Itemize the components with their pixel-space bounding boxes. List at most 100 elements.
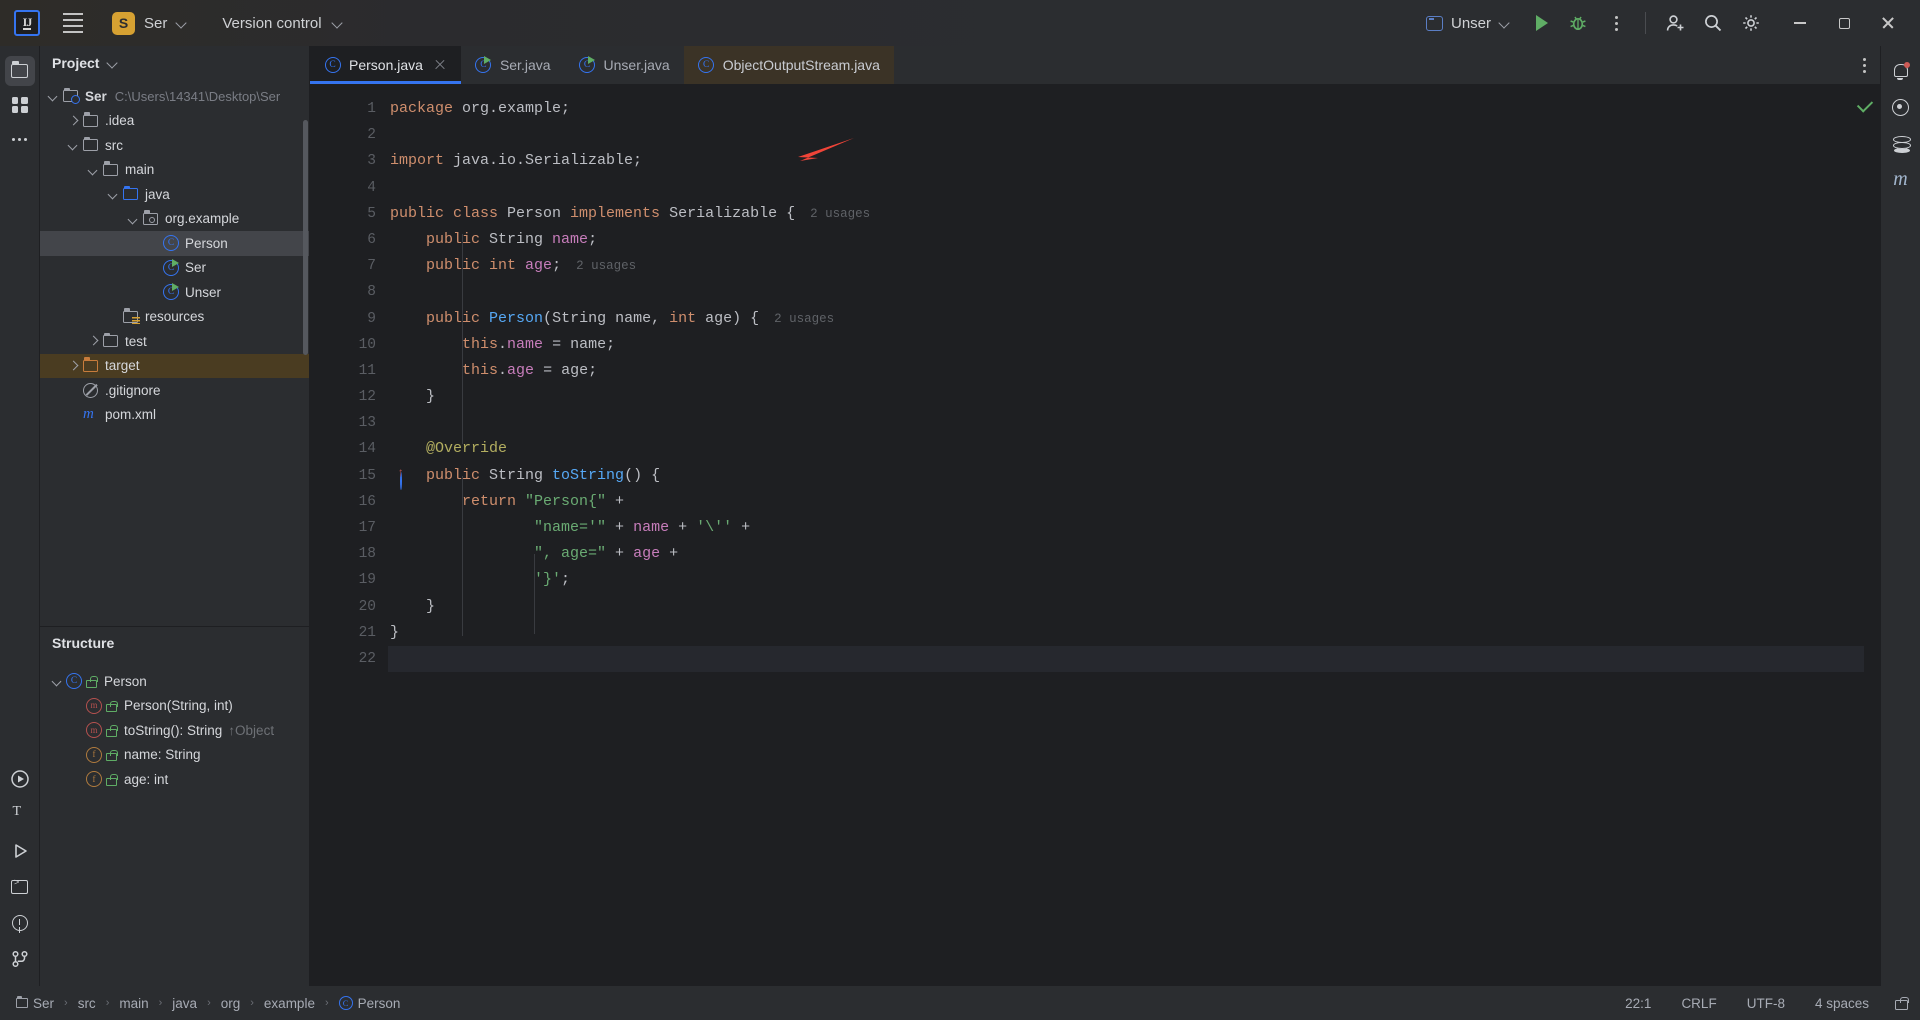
gutter-line-number[interactable]: 19	[310, 567, 388, 593]
more-options-icon[interactable]	[1863, 57, 1866, 73]
code-line[interactable]: public Person(String name, int age) { 2 …	[388, 306, 1864, 332]
editor-tab-ser-java[interactable]: C Ser.java	[461, 46, 565, 84]
code-line[interactable]: this.name = name;	[388, 332, 1864, 358]
gutter-line-number[interactable]: 11	[310, 358, 388, 384]
code-line[interactable]: ", age=" + age +	[388, 541, 1864, 567]
line-separator[interactable]: CRLF	[1677, 994, 1720, 1013]
editor-tab-objectoutputstream-java[interactable]: C ObjectOutputStream.java	[683, 46, 894, 84]
gutter-line-number[interactable]: 9	[310, 306, 388, 332]
code-line[interactable]: }	[388, 384, 1864, 410]
gutter-line-number[interactable]: 10	[310, 332, 388, 358]
project-tree-item-ser[interactable]: C Ser	[40, 256, 309, 281]
unlocked-icon[interactable]	[1895, 996, 1909, 1010]
structure-item-person[interactable]: C Person	[40, 669, 309, 694]
project-tree-item-java[interactable]: java	[40, 182, 309, 207]
breadcrumb-item-main[interactable]: main	[115, 994, 152, 1013]
gutter-line-number[interactable]: 21	[310, 620, 388, 646]
gutter-line-number[interactable]: 22	[310, 646, 388, 672]
chevron-down-icon[interactable]	[107, 57, 119, 69]
more-actions-button[interactable]	[1599, 6, 1633, 40]
code-line[interactable]: return "Person{" +	[388, 489, 1864, 515]
gutter-line-number[interactable]: 18	[310, 541, 388, 567]
sidebar-item-commit[interactable]	[5, 90, 35, 120]
sidebar-item-more[interactable]	[5, 124, 35, 154]
code-line[interactable]: }	[388, 594, 1864, 620]
close-button[interactable]	[1866, 0, 1910, 46]
code-line[interactable]: @Override	[388, 436, 1864, 462]
sidebar-item-problems[interactable]	[5, 908, 35, 938]
minimize-button[interactable]	[1778, 0, 1822, 46]
gutter-line-number[interactable]: 14	[310, 436, 388, 462]
gutter-line-number[interactable]: 2	[310, 122, 388, 148]
editor-tab-unser-java[interactable]: C Unser.java	[565, 46, 684, 84]
gutter-line-number[interactable]: 12	[310, 384, 388, 410]
structure-item-tostring-string[interactable]: m toString(): String ↑Object	[40, 718, 309, 743]
caret-position[interactable]: 22:1	[1621, 994, 1655, 1013]
code-line[interactable]: "name='" + name + '\'' +	[388, 515, 1864, 541]
editor-tab-person-java[interactable]: C Person.java	[310, 46, 461, 84]
chevron-down-icon[interactable]	[86, 163, 100, 177]
chevron-right-icon[interactable]	[66, 359, 80, 373]
gutter-line-number[interactable]: 4	[310, 175, 388, 201]
project-tree-item--gitignore[interactable]: .gitignore	[40, 378, 309, 403]
project-tree-item-main[interactable]: main	[40, 158, 309, 183]
code-line[interactable]: public String name;	[388, 227, 1864, 253]
breadcrumb[interactable]: Ser › src › main › java › org › example › C Person	[12, 994, 404, 1013]
project-tree-scrollbar[interactable]	[303, 120, 308, 355]
settings-button[interactable]	[1734, 6, 1768, 40]
code-line[interactable]: '}';	[388, 567, 1864, 593]
gutter-line-number[interactable]: 8	[310, 279, 388, 305]
account-button[interactable]	[1658, 6, 1692, 40]
chevron-down-icon[interactable]	[50, 674, 64, 688]
close-icon[interactable]	[433, 58, 447, 72]
sidebar-item-database[interactable]	[1886, 128, 1916, 158]
project-tree-item-unser[interactable]: C Unser	[40, 280, 309, 305]
gutter-line-number[interactable]: 13	[310, 410, 388, 436]
run-configuration-selector[interactable]: Unser	[1418, 11, 1519, 36]
code-line[interactable]	[388, 410, 1864, 436]
sidebar-item-structure[interactable]	[5, 800, 35, 830]
code-line[interactable]: package org.example;	[388, 96, 1864, 122]
code-line[interactable]: public String toString() {	[388, 463, 1864, 489]
version-control-widget[interactable]: Version control	[214, 11, 351, 36]
breadcrumb-item-src[interactable]: src	[74, 994, 100, 1013]
chevron-down-icon[interactable]	[106, 187, 120, 201]
editor-code[interactable]: package org.example; import java.io.Seri…	[388, 84, 1864, 986]
debug-button[interactable]	[1561, 6, 1595, 40]
code-line[interactable]	[388, 645, 1864, 673]
project-tree-item--idea[interactable]: .idea	[40, 109, 309, 134]
project-tree-item-org-example[interactable]: org.example	[40, 207, 309, 232]
sidebar-item-maven[interactable]: m	[1886, 164, 1916, 194]
project-tree-item-resources[interactable]: resources	[40, 305, 309, 330]
project-tree-item-src[interactable]: src	[40, 133, 309, 158]
code-line[interactable]: public int age; 2 usages	[388, 253, 1864, 279]
project-widget[interactable]: S Ser	[104, 8, 196, 39]
sidebar-item-run[interactable]	[5, 764, 35, 794]
sidebar-item-services[interactable]	[5, 836, 35, 866]
code-line[interactable]: this.age = age;	[388, 358, 1864, 384]
chevron-right-icon[interactable]	[66, 114, 80, 128]
code-line[interactable]: }	[388, 620, 1864, 646]
indent-setting[interactable]: 4 spaces	[1811, 994, 1873, 1013]
breadcrumb-item-person[interactable]: C Person	[335, 994, 405, 1013]
editor-gutter[interactable]: 1 2 3 4 5 6 7 8 9 10 11 12 13 14 15 ↑ 16 17 18 19 20 21 22	[310, 84, 405, 986]
breadcrumb-item-example[interactable]: example	[260, 994, 319, 1013]
project-tree-item-test[interactable]: test	[40, 329, 309, 354]
project-tree-item-person[interactable]: C Person	[40, 231, 309, 256]
file-encoding[interactable]: UTF-8	[1743, 994, 1789, 1013]
gutter-line-number[interactable]: 6	[310, 227, 388, 253]
gutter-line-number[interactable]: 7	[310, 253, 388, 279]
gutter-line-number[interactable]: 3	[310, 148, 388, 174]
editor-right-gutter[interactable]	[1856, 84, 1880, 986]
structure-item-name-string[interactable]: f name: String	[40, 743, 309, 768]
structure-tree[interactable]: C Person m Person(String, int) m toString(): …	[40, 659, 309, 986]
code-line[interactable]: public class Person implements Serializa…	[388, 201, 1864, 227]
chevron-down-icon[interactable]	[126, 212, 140, 226]
sidebar-item-project[interactable]	[4, 56, 35, 86]
structure-item-person-string-int-[interactable]: m Person(String, int)	[40, 694, 309, 719]
chevron-down-icon[interactable]	[46, 89, 60, 103]
gutter-line-number[interactable]: 5	[310, 201, 388, 227]
sidebar-item-notifications[interactable]	[1886, 56, 1916, 86]
run-button[interactable]	[1523, 6, 1557, 40]
maximize-button[interactable]	[1822, 0, 1866, 46]
